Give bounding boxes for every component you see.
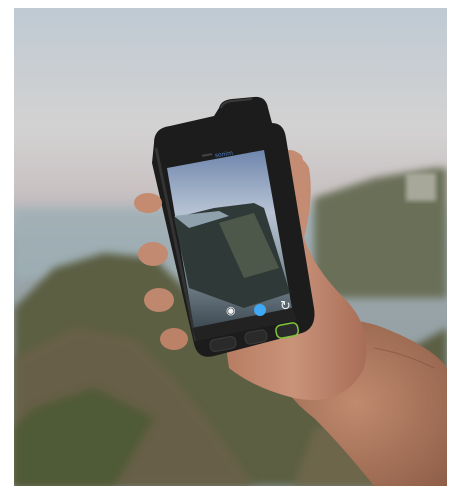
camera-switch-icon[interactable]: ↻	[280, 300, 291, 313]
camera-icon[interactable]: ◉	[226, 305, 236, 316]
shutter-button-icon[interactable]	[254, 304, 266, 316]
finger-pinky	[160, 328, 188, 350]
finger-middle	[138, 242, 168, 266]
finger-index	[134, 193, 162, 213]
finger-ring	[144, 288, 174, 312]
image-frame: ◉ ↻ sonim	[0, 0, 454, 492]
camera-ui: ◉ ↻	[180, 162, 308, 330]
distant-building	[406, 173, 436, 201]
photo: ◉ ↻ sonim	[14, 8, 447, 486]
